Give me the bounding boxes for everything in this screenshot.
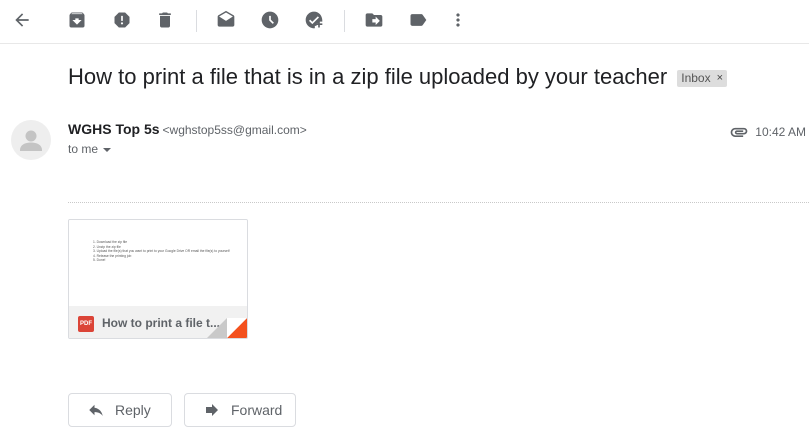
forward-icon	[206, 404, 218, 416]
report-spam-icon	[114, 12, 130, 28]
toolbar-divider	[196, 10, 197, 32]
recipient-label: to me	[68, 142, 99, 156]
labels-button[interactable]	[404, 8, 432, 32]
move-to-icon	[365, 13, 383, 27]
default-avatar-icon	[20, 130, 42, 151]
more-vert-icon	[456, 13, 460, 27]
attachment-name: How to print a file t...	[102, 316, 220, 330]
mark-unread-button[interactable]	[212, 8, 240, 32]
delete-button[interactable]	[151, 8, 179, 32]
sender-name[interactable]: WGHS Top 5s	[68, 121, 160, 137]
forward-button-label: Forward	[231, 402, 283, 418]
forward-button[interactable]: Forward	[184, 393, 296, 427]
attachment-icon	[730, 127, 748, 137]
label-chip-text: Inbox	[681, 71, 711, 85]
report-spam-button[interactable]	[108, 8, 136, 32]
add-task-icon	[305, 11, 323, 29]
archive-icon	[69, 12, 85, 28]
subject-row: How to print a file that is in a zip fil…	[68, 64, 728, 90]
pdf-icon: PDF	[78, 316, 94, 332]
avatar[interactable]	[11, 120, 51, 160]
attachment-preview: 1. Download the zip file 2. Unzip the zi…	[69, 220, 247, 306]
back-button[interactable]	[8, 8, 36, 32]
attachment-footer: PDF How to print a file t...	[69, 306, 247, 338]
arrow-left-icon	[15, 13, 29, 27]
label-icon	[410, 14, 427, 26]
add-to-tasks-button[interactable]	[300, 8, 328, 32]
more-button[interactable]	[444, 8, 472, 32]
message-meta: 10:42 AM	[729, 122, 806, 142]
trash-icon	[159, 12, 171, 28]
reply-icon	[89, 404, 103, 416]
move-to-button[interactable]	[360, 8, 388, 32]
remove-label-icon[interactable]: ×	[717, 72, 723, 84]
preview-line: 5. Done!	[93, 258, 106, 263]
mark-unread-icon	[217, 10, 235, 27]
toolbar-divider	[344, 10, 345, 32]
archive-button[interactable]	[63, 8, 91, 32]
attachment-preview-text: 1. Download the zip file 2. Unzip the zi…	[93, 240, 233, 263]
reply-button[interactable]: Reply	[68, 393, 172, 427]
toolbar	[0, 0, 809, 44]
attachments-divider	[68, 202, 809, 203]
attachment-card[interactable]: 1. Download the zip file 2. Unzip the zi…	[68, 219, 248, 339]
sender-info: WGHS Top 5s <wghstop5ss@gmail.com>	[68, 121, 307, 137]
message-time: 10:42 AM	[755, 125, 806, 139]
page-fold-icon	[207, 318, 247, 338]
snooze-button[interactable]	[256, 8, 284, 32]
email-subject: How to print a file that is in a zip fil…	[68, 64, 668, 89]
recipient-details-toggle[interactable]: to me	[68, 142, 112, 156]
inbox-label-chip[interactable]: Inbox ×	[677, 70, 728, 87]
sender-email: <wghstop5ss@gmail.com>	[162, 123, 307, 137]
chevron-down-icon	[103, 147, 112, 152]
clock-icon	[261, 11, 279, 29]
reply-button-label: Reply	[115, 402, 151, 418]
